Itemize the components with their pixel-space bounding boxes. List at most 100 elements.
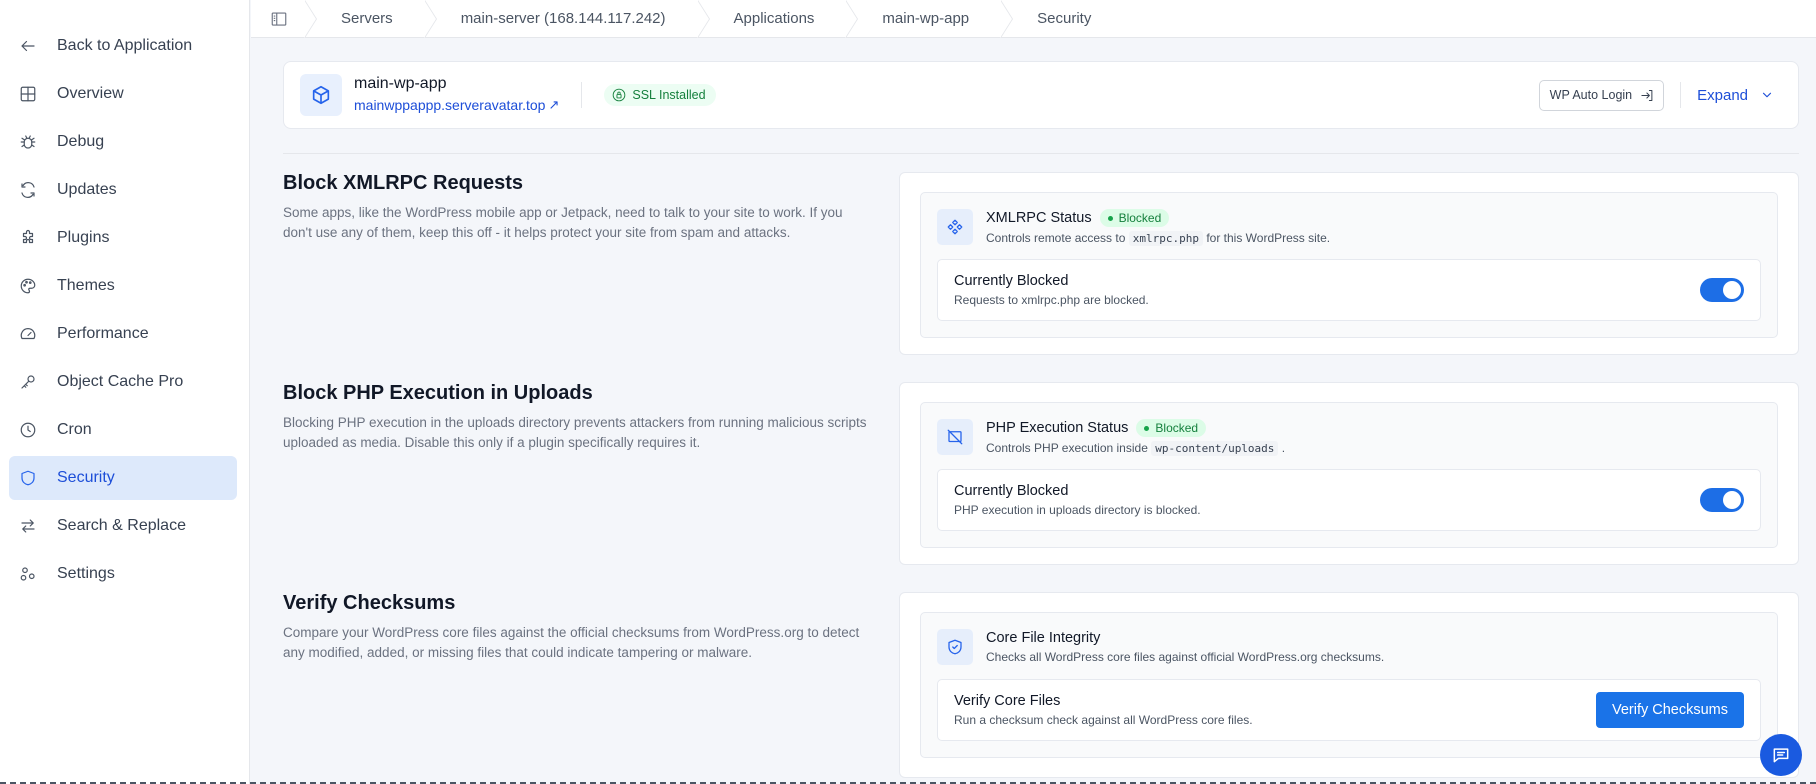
sidebar-item-label: Plugins <box>57 229 110 246</box>
wp-auto-login-button[interactable]: WP Auto Login <box>1538 79 1665 111</box>
status-dot <box>1144 425 1150 431</box>
status-badge-label: Blocked <box>1118 211 1162 225</box>
status-sub-text: for this WordPress site. <box>1206 231 1331 245</box>
key-icon <box>19 373 37 391</box>
breadcrumb-applications[interactable]: Applications <box>696 0 849 38</box>
sidebar-item-label: Themes <box>57 277 115 294</box>
refresh-icon <box>19 181 37 199</box>
ssl-badge-label: SSL Installed <box>632 88 706 102</box>
status-badge: Blocked <box>1136 419 1207 437</box>
wp-auto-login-label: WP Auto Login <box>1549 88 1633 102</box>
arrow-left-icon <box>19 37 37 55</box>
toggle-knob <box>1723 281 1741 299</box>
clock-icon <box>19 421 37 439</box>
puzzle-icon <box>19 229 37 247</box>
status-title: XMLRPC Status <box>986 210 1092 226</box>
state-row: Currently Blocked PHP execution in uploa… <box>937 469 1761 531</box>
chat-button[interactable] <box>1760 734 1802 776</box>
section-title: Block XMLRPC Requests <box>283 172 524 194</box>
status-sub-text: . <box>1281 441 1286 455</box>
state-subtitle: Run a checksum check against all WordPre… <box>954 713 1253 727</box>
state-subtitle: Requests to xmlrpc.php are blocked. <box>954 293 1149 307</box>
swap-icon <box>19 517 37 535</box>
state-row: Currently Blocked Requests to xmlrpc.php… <box>937 259 1761 321</box>
sidebar-item-cron[interactable]: Cron <box>9 408 237 452</box>
status-dot <box>1107 215 1113 221</box>
sidebar-toggle-button[interactable] <box>251 0 307 38</box>
app-url-link[interactable]: mainwppappp.serveravatar.top ↗ <box>354 97 559 113</box>
settings-icon <box>19 565 37 583</box>
xmlrpc-toggle[interactable] <box>1700 278 1744 302</box>
separator <box>581 82 583 108</box>
verify-checksums-button[interactable]: Verify Checksums <box>1595 692 1744 728</box>
sidebar-item-updates[interactable]: Updates <box>9 168 237 212</box>
sidebar-item-search-replace[interactable]: Search & Replace <box>9 504 237 548</box>
status-subtitle: Controls PHP execution inside wp-content… <box>986 441 1286 456</box>
divider <box>283 153 1799 154</box>
sidebar-item-label: Updates <box>57 181 117 198</box>
status-sub-code: wp-content/uploads <box>1151 441 1279 456</box>
status-subtitle: Checks all WordPress core files against … <box>986 650 1385 664</box>
breadcrumb-server[interactable]: main-server (168.144.117.242) <box>423 0 700 38</box>
sidebar-item-label: Search & Replace <box>57 517 186 534</box>
state-title: Currently Blocked <box>954 483 1069 499</box>
ssl-badge: SSL Installed <box>604 84 716 106</box>
sidebar-item-debug[interactable]: Debug <box>9 120 237 164</box>
status-sub-code: xmlrpc.php <box>1128 231 1203 246</box>
status-subtitle: Controls remote access to xmlrpc.php for… <box>986 231 1331 246</box>
palette-icon <box>19 277 37 295</box>
network-icon <box>937 209 973 245</box>
sidebar: Back to Application Overview Debug Updat… <box>0 0 250 784</box>
app-name: main-wp-app <box>354 75 447 92</box>
sidebar-item-label: Security <box>57 469 115 486</box>
sidebar-item-label: Debug <box>57 133 105 150</box>
gauge-icon <box>19 325 37 343</box>
state-subtitle: PHP execution in uploads directory is bl… <box>954 503 1201 517</box>
sidebar-item-label: Overview <box>57 85 124 102</box>
php-execution-card: PHP Execution Status Blocked Controls PH… <box>899 382 1799 565</box>
status-badge-label: Blocked <box>1155 421 1199 435</box>
section-title: Block PHP Execution in Uploads <box>283 382 593 404</box>
bug-icon <box>19 133 37 151</box>
state-row: Verify Core Files Run a checksum check a… <box>937 679 1761 741</box>
status-sub-text: Controls PHP execution inside <box>986 441 1148 455</box>
php-execution-toggle[interactable] <box>1700 488 1744 512</box>
sidebar-item-performance[interactable]: Performance <box>9 312 237 356</box>
sidebar-item-label: Back to Application <box>57 37 193 54</box>
sidebar-item-label: Settings <box>57 565 115 582</box>
section-title: Verify Checksums <box>283 592 456 614</box>
separator <box>1680 82 1682 108</box>
grid-icon <box>19 85 37 103</box>
status-sub-text: Controls remote access to <box>986 231 1126 245</box>
state-title: Verify Core Files <box>954 693 1061 709</box>
file-blocked-icon <box>937 419 973 455</box>
sidebar-item-overview[interactable]: Overview <box>9 72 237 116</box>
sidebar-item-label: Object Cache Pro <box>57 373 184 390</box>
sidebar-item-settings[interactable]: Settings <box>9 552 237 596</box>
status-title: Core File Integrity <box>986 630 1101 646</box>
checksums-card: Core File Integrity Checks all WordPress… <box>899 592 1799 778</box>
breadcrumb-servers[interactable]: Servers <box>304 0 427 38</box>
breadcrumb: Servers main-server (168.144.117.242) Ap… <box>251 0 1816 38</box>
expand-label: Expand <box>1697 86 1748 104</box>
breadcrumb-current: Security <box>1000 0 1125 38</box>
chat-icon <box>1773 748 1789 763</box>
panel-icon <box>271 11 287 26</box>
app-url-text: mainwppappp.serveravatar.top <box>354 97 546 113</box>
sidebar-item-back[interactable]: Back to Application <box>9 24 237 68</box>
section-description: Compare your WordPress core files agains… <box>283 625 860 660</box>
shield-icon <box>19 469 37 487</box>
breadcrumb-app[interactable]: main-wp-app <box>845 0 1003 38</box>
state-title: Currently Blocked <box>954 273 1069 289</box>
sidebar-item-object-cache-pro[interactable]: Object Cache Pro <box>9 360 237 404</box>
sidebar-item-themes[interactable]: Themes <box>9 264 237 308</box>
section-description: Some apps, like the WordPress mobile app… <box>283 205 843 240</box>
chevron-down-icon <box>1762 92 1772 98</box>
sidebar-item-label: Performance <box>57 325 149 342</box>
expand-button[interactable]: Expand <box>1697 87 1782 104</box>
sidebar-item-label: Cron <box>57 421 92 438</box>
sidebar-item-plugins[interactable]: Plugins <box>9 216 237 260</box>
section-description: Blocking PHP execution in the uploads di… <box>283 415 867 450</box>
sidebar-item-security[interactable]: Security <box>9 456 237 500</box>
main-content: Servers main-server (168.144.117.242) Ap… <box>251 0 1816 784</box>
